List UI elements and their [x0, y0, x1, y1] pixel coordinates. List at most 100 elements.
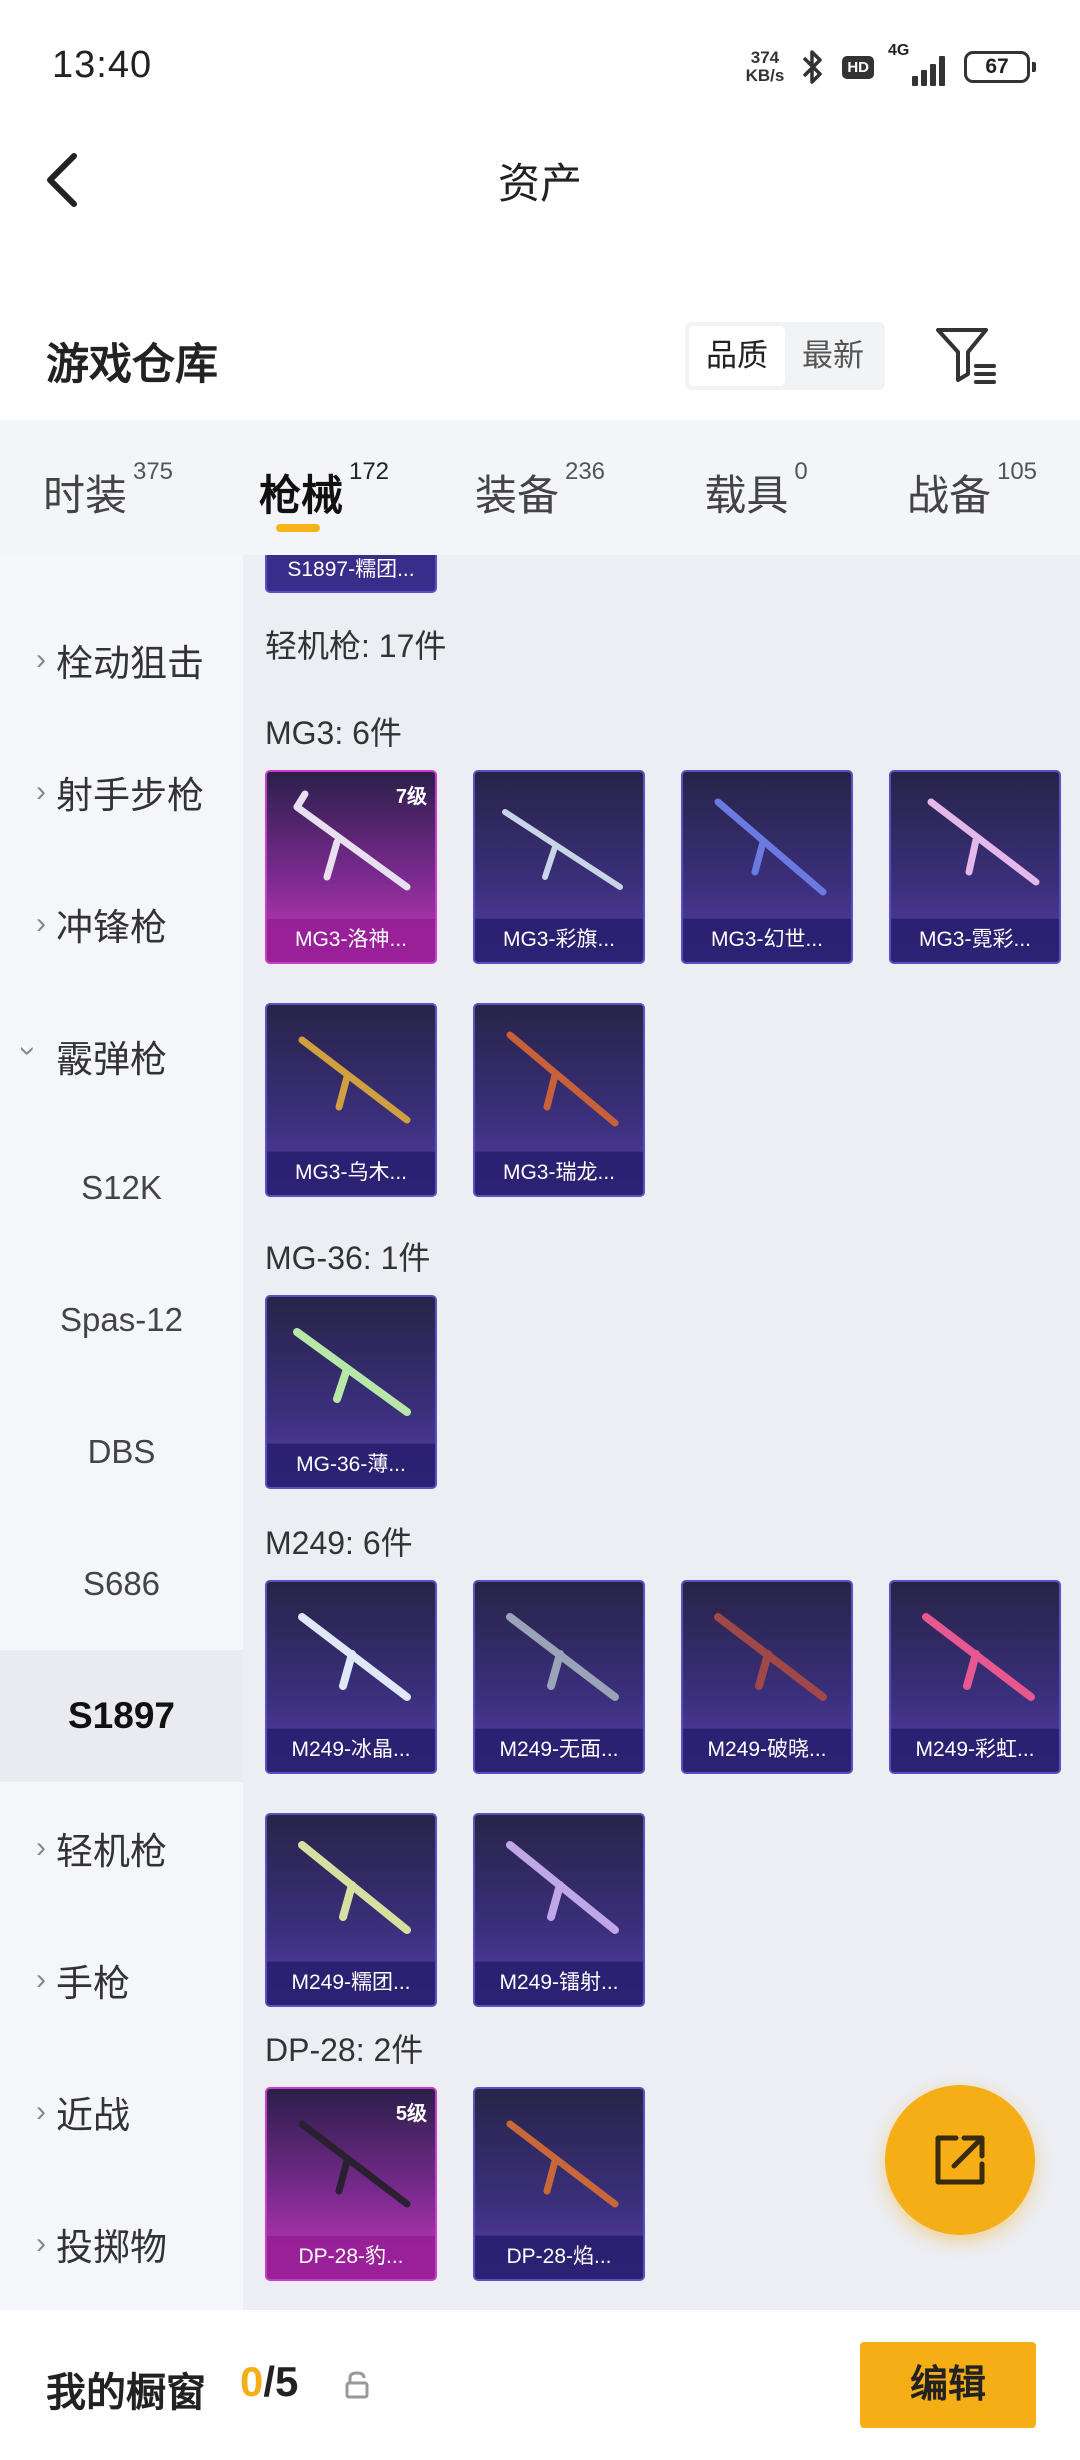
- tab-count: 236: [564, 458, 606, 485]
- sidebar-item-bolt-sniper[interactable]: › 栓动狙击: [0, 594, 243, 726]
- item-card[interactable]: MG3-瑞龙...: [473, 1003, 645, 1197]
- sidebar-subitem-s686[interactable]: S686: [0, 1518, 243, 1650]
- gun-image: [714, 1613, 827, 1701]
- item-name: M249-糯团...: [267, 1961, 435, 2005]
- item-name: M249-镭射...: [475, 1961, 643, 2005]
- chevron-down-icon: ›: [12, 1046, 45, 1056]
- tab-label: 枪械: [258, 472, 343, 519]
- chevron-right-icon: ›: [36, 643, 46, 676]
- sidebar-subitem-spas12[interactable]: Spas-12: [0, 1254, 243, 1386]
- item-card[interactable]: MG3-霓彩...: [889, 770, 1061, 964]
- item-card-partial[interactable]: S1897-糯团...: [265, 555, 437, 593]
- sidebar-item-label: DBS: [87, 1433, 156, 1470]
- item-card[interactable]: M249-无面...: [473, 1580, 645, 1774]
- item-level: 7级: [395, 786, 427, 808]
- network-type: 4G: [888, 42, 910, 59]
- sidebar-item-lmg[interactable]: › 轻机枪: [0, 1782, 243, 1914]
- tab-count: 105: [996, 458, 1038, 485]
- share-icon: [935, 2135, 985, 2185]
- sort-toggle: 品质 最新: [685, 322, 885, 390]
- item-card[interactable]: 5级 DP-28-豹...: [265, 2087, 437, 2281]
- item-name: MG3-乌木...: [267, 1151, 435, 1195]
- net-speed-unit: KB/s: [745, 66, 785, 85]
- sidebar-item-melee[interactable]: › 近战: [0, 2046, 243, 2178]
- tab-fashion[interactable]: 时装375: [0, 420, 216, 555]
- item-card[interactable]: M249-冰晶...: [265, 1580, 437, 1774]
- tab-label: 时装: [42, 472, 127, 519]
- chevron-right-icon: ›: [36, 1963, 46, 1996]
- item-card[interactable]: DP-28-焰...: [473, 2087, 645, 2281]
- item-name: MG3-洛神...: [267, 918, 435, 962]
- sidebar-item-smg[interactable]: › 冲锋枪: [0, 858, 243, 990]
- status-bar: 13:40 374 KB/s HD 4G 67: [0, 0, 1080, 130]
- item-card[interactable]: M249-糯团...: [265, 1813, 437, 2007]
- sidebar-item-shotgun[interactable]: › 霰弹枪: [0, 990, 243, 1122]
- item-card[interactable]: MG3-幻世...: [681, 770, 853, 964]
- item-name: MG3-幻世...: [683, 918, 851, 962]
- group-label-mg36: MG-36: 1件: [265, 1240, 431, 1276]
- sidebar-item-label: 栓动狙击: [56, 643, 204, 684]
- group-label-m249: M249: 6件: [265, 1525, 413, 1561]
- sidebar-item-label: S686: [82, 1565, 161, 1602]
- sidebar-item-pistol[interactable]: › 手枪: [0, 1914, 243, 2046]
- sidebar-item-label: 手枪: [56, 1963, 130, 2004]
- sidebar-item-label: 射手步枪: [56, 775, 204, 816]
- item-card[interactable]: 7级 MG3-洛神...: [265, 770, 437, 964]
- item-name: MG3-瑞龙...: [475, 1151, 643, 1195]
- sidebar-subitem-s12k[interactable]: S12K: [0, 1122, 243, 1254]
- item-grid-panel: S1897-糯团... 轻机枪: 17件 MG3: 6件 7级 MG3-洛神..…: [243, 555, 1080, 2310]
- item-name: M249-冰晶...: [267, 1728, 435, 1772]
- sort-option-quality[interactable]: 品质: [689, 326, 785, 386]
- net-speed-value: 374: [750, 48, 780, 67]
- item-card[interactable]: M249-镭射...: [473, 1813, 645, 2007]
- sidebar-subitem-dbs[interactable]: DBS: [0, 1386, 243, 1518]
- edit-button[interactable]: 编辑: [860, 2342, 1036, 2428]
- gun-image: [298, 1613, 411, 1701]
- item-card[interactable]: M249-破晓...: [681, 1580, 853, 1774]
- hd-icon: HD: [842, 55, 874, 79]
- gun-image: [714, 798, 827, 896]
- active-tab-indicator: [276, 524, 320, 532]
- status-icons: 374 KB/s HD 4G 67: [746, 42, 1036, 90]
- item-name: MG3-霓彩...: [891, 918, 1059, 962]
- item-name: M249-破晓...: [683, 1728, 851, 1772]
- item-level: 5级: [395, 2103, 427, 2125]
- sidebar-item-label: 冲锋枪: [56, 907, 167, 948]
- tab-supplies[interactable]: 战备105: [864, 420, 1080, 555]
- gun-image: [927, 798, 1040, 886]
- chevron-right-icon: ›: [36, 907, 46, 940]
- tab-vehicles[interactable]: 载具0: [648, 420, 864, 555]
- category-tabs: 时装375 枪械172 装备236 载具0 战备105: [0, 420, 1080, 555]
- gun-image: [506, 1613, 619, 1701]
- filter-icon[interactable]: [932, 322, 998, 388]
- sidebar-item-label: S12K: [81, 1169, 162, 1206]
- tab-count: 0: [794, 458, 808, 485]
- sidebar-item-label: Spas-12: [60, 1301, 183, 1338]
- category-header: 轻机枪: 17件: [265, 628, 447, 664]
- item-card[interactable]: M249-彩虹...: [889, 1580, 1061, 1774]
- group-label-mg3: MG3: 6件: [265, 715, 402, 751]
- sidebar-item-dmr[interactable]: › 射手步枪: [0, 726, 243, 858]
- battery-icon: 67: [964, 51, 1036, 83]
- tab-equipment[interactable]: 装备236: [432, 420, 648, 555]
- chevron-right-icon: ›: [36, 775, 46, 808]
- item-card[interactable]: MG-36-薄...: [265, 1295, 437, 1489]
- sidebar-item-label: 轻机枪: [56, 1831, 167, 1872]
- item-card[interactable]: MG3-彩旗...: [473, 770, 645, 964]
- sidebar-item-label: 霰弹枪: [56, 1039, 167, 1080]
- item-name: M249-彩虹...: [891, 1728, 1059, 1772]
- sidebar-item-throwable[interactable]: › 投掷物: [0, 2178, 243, 2310]
- item-name: M249-无面...: [475, 1728, 643, 1772]
- net-speed: 374 KB/s: [746, 49, 785, 85]
- sidebar-subitem-s1897[interactable]: S1897: [0, 1650, 243, 1782]
- chevron-right-icon: ›: [36, 2227, 46, 2260]
- gun-image: [922, 1613, 1035, 1701]
- gun-image: [506, 2120, 619, 2208]
- share-button[interactable]: [885, 2085, 1035, 2235]
- showcase-used: 0: [240, 2358, 264, 2405]
- chevron-right-icon: ›: [36, 1831, 46, 1864]
- tab-weapons[interactable]: 枪械172: [216, 420, 432, 555]
- sort-option-newest[interactable]: 最新: [785, 326, 881, 386]
- chevron-right-icon: ›: [36, 2095, 46, 2128]
- item-card[interactable]: MG3-乌木...: [265, 1003, 437, 1197]
